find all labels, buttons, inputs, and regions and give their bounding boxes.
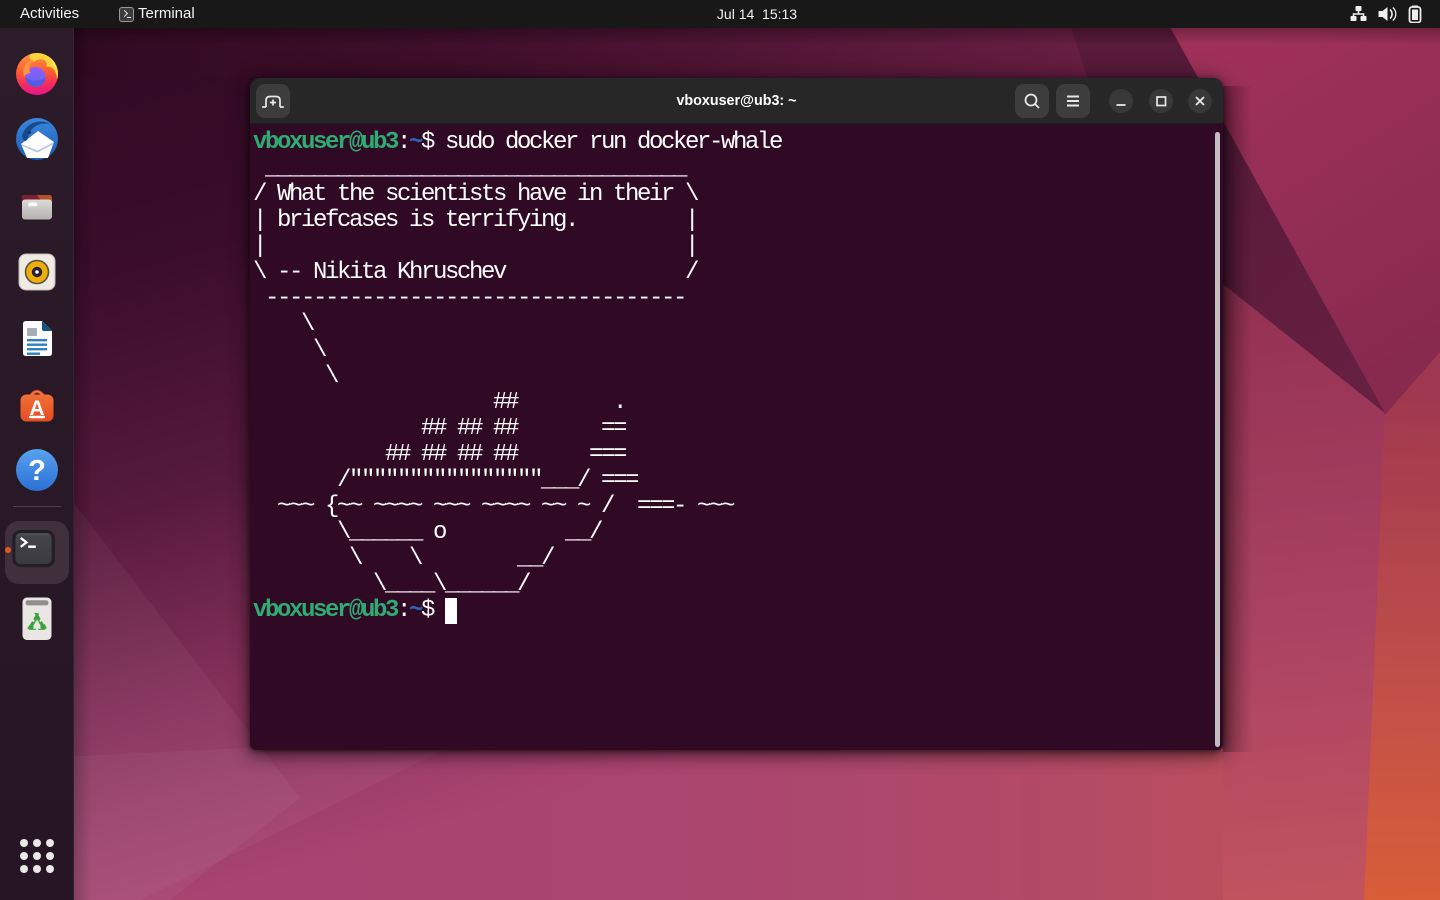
svg-text:?: ?: [28, 455, 46, 487]
